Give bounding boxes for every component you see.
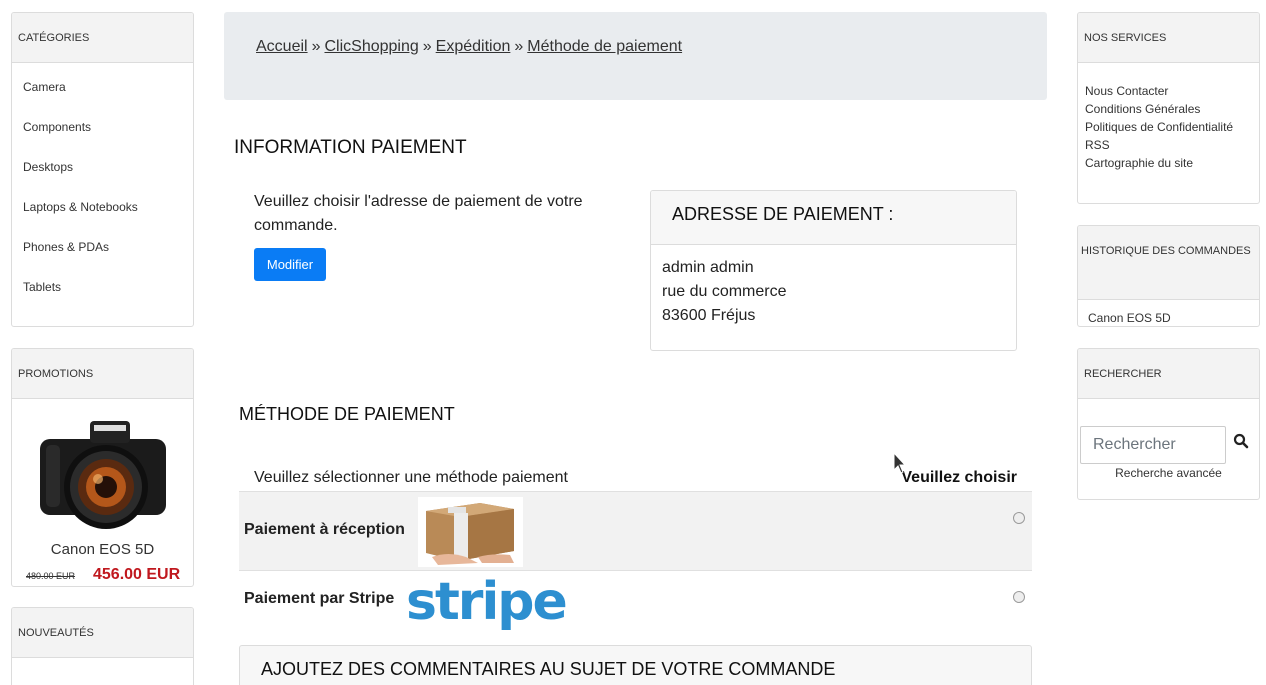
- breadcrumb-clicshopping[interactable]: ClicShopping: [324, 38, 418, 55]
- category-components[interactable]: Components: [23, 107, 193, 147]
- breadcrumb: Accueil» ClicShopping» Expédition» Méthode …: [224, 12, 1047, 100]
- stripe-logo: stripe: [406, 572, 568, 632]
- address-city: 83600 Fréjus: [662, 307, 756, 324]
- category-tablets[interactable]: Tablets: [23, 267, 193, 307]
- promo-new-price: 456.00 EUR: [93, 566, 181, 583]
- payment-address-intro: Veuillez choisir l'adresse de paiement d…: [254, 193, 583, 234]
- package-icon: [418, 497, 523, 567]
- search-input[interactable]: [1080, 426, 1226, 464]
- promo-old-price: 480.00 EUR: [26, 571, 76, 581]
- payment-method-choose-label: Veuillez choisir: [901, 469, 1017, 486]
- service-terms-link[interactable]: Conditions Générales: [1085, 100, 1259, 118]
- services-box: NOS SERVICES Nous Contacter Conditions G…: [1077, 12, 1260, 204]
- service-sitemap-link[interactable]: Cartographie du site: [1085, 154, 1259, 172]
- order-comments-heading: AJOUTEZ DES COMMENTAIRES AU SUJET DE VOT…: [239, 645, 1032, 685]
- category-desktops[interactable]: Desktops: [23, 147, 193, 187]
- promotions-title: PROMOTIONS: [12, 349, 193, 399]
- payment-address-title: ADRESSE DE PAIEMENT :: [651, 191, 1016, 245]
- new-products-box: NOUVEAUTÉS: [11, 607, 194, 685]
- payment-option-label: Paiement par Stripe: [244, 590, 395, 607]
- categories-title: CATÉGORIES: [12, 13, 193, 63]
- services-title: NOS SERVICES: [1078, 13, 1259, 63]
- search-title: RECHERCHER: [1078, 349, 1259, 399]
- address-street: rue du commerce: [662, 283, 787, 300]
- order-history-item[interactable]: Canon EOS 5D: [1078, 300, 1259, 325]
- category-laptops[interactable]: Laptops & Notebooks: [23, 187, 193, 227]
- order-history-title: HISTORIQUE DES COMMANDES: [1078, 226, 1259, 300]
- payment-radio-stripe[interactable]: [1013, 591, 1025, 603]
- breadcrumb-home[interactable]: Accueil: [256, 38, 308, 55]
- promo-product-name[interactable]: Canon EOS 5D: [12, 541, 193, 558]
- service-privacy-link[interactable]: Politiques de Confidentialité: [1085, 118, 1259, 136]
- payment-method-heading: MÉTHODE DE PAIEMENT: [239, 404, 455, 424]
- breadcrumb-separator: »: [311, 38, 321, 55]
- promotions-box: PROMOTIONS Canon EOS 5D 480.00 EUR 456.0…: [11, 348, 194, 587]
- payment-address-card: ADRESSE DE PAIEMENT : admin admin rue du…: [650, 190, 1017, 351]
- payment-info-heading: INFORMATION PAIEMENT: [234, 137, 467, 158]
- payment-option-label: Paiement à réception: [244, 521, 405, 538]
- advanced-search-link[interactable]: Recherche avancée: [1078, 466, 1259, 480]
- camera-product-image[interactable]: [38, 411, 168, 531]
- order-history-box: HISTORIQUE DES COMMANDES Canon EOS 5D: [1077, 225, 1260, 327]
- breadcrumb-separator: »: [422, 38, 432, 55]
- search-box: RECHERCHER Recherche avancée: [1077, 348, 1260, 500]
- category-phones[interactable]: Phones & PDAs: [23, 227, 193, 267]
- modify-address-button[interactable]: Modifier: [254, 248, 326, 281]
- category-camera[interactable]: Camera: [23, 67, 193, 107]
- mouse-cursor-icon: [893, 452, 907, 474]
- payment-address-lines: admin admin rue du commerce 83600 Fréjus: [651, 245, 1016, 328]
- payment-method-intro: Veuillez sélectionner une méthode paieme…: [254, 469, 568, 486]
- categories-box: CATÉGORIES Camera Components Desktops La…: [11, 12, 194, 327]
- breadcrumb-separator: »: [514, 38, 524, 55]
- payment-radio-cod[interactable]: [1013, 512, 1025, 524]
- service-rss-link[interactable]: RSS: [1085, 136, 1259, 154]
- payment-option-cod[interactable]: Paiement à réception: [239, 491, 1032, 570]
- new-products-title: NOUVEAUTÉS: [12, 608, 193, 658]
- breadcrumb-shipping[interactable]: Expédition: [436, 38, 511, 55]
- search-icon[interactable]: [1233, 433, 1249, 449]
- breadcrumb-payment-method[interactable]: Méthode de paiement: [527, 38, 682, 55]
- payment-option-stripe[interactable]: Paiement par Stripe stripe: [239, 570, 1032, 636]
- service-contact-link[interactable]: Nous Contacter: [1085, 82, 1259, 100]
- address-name: admin admin: [662, 259, 754, 276]
